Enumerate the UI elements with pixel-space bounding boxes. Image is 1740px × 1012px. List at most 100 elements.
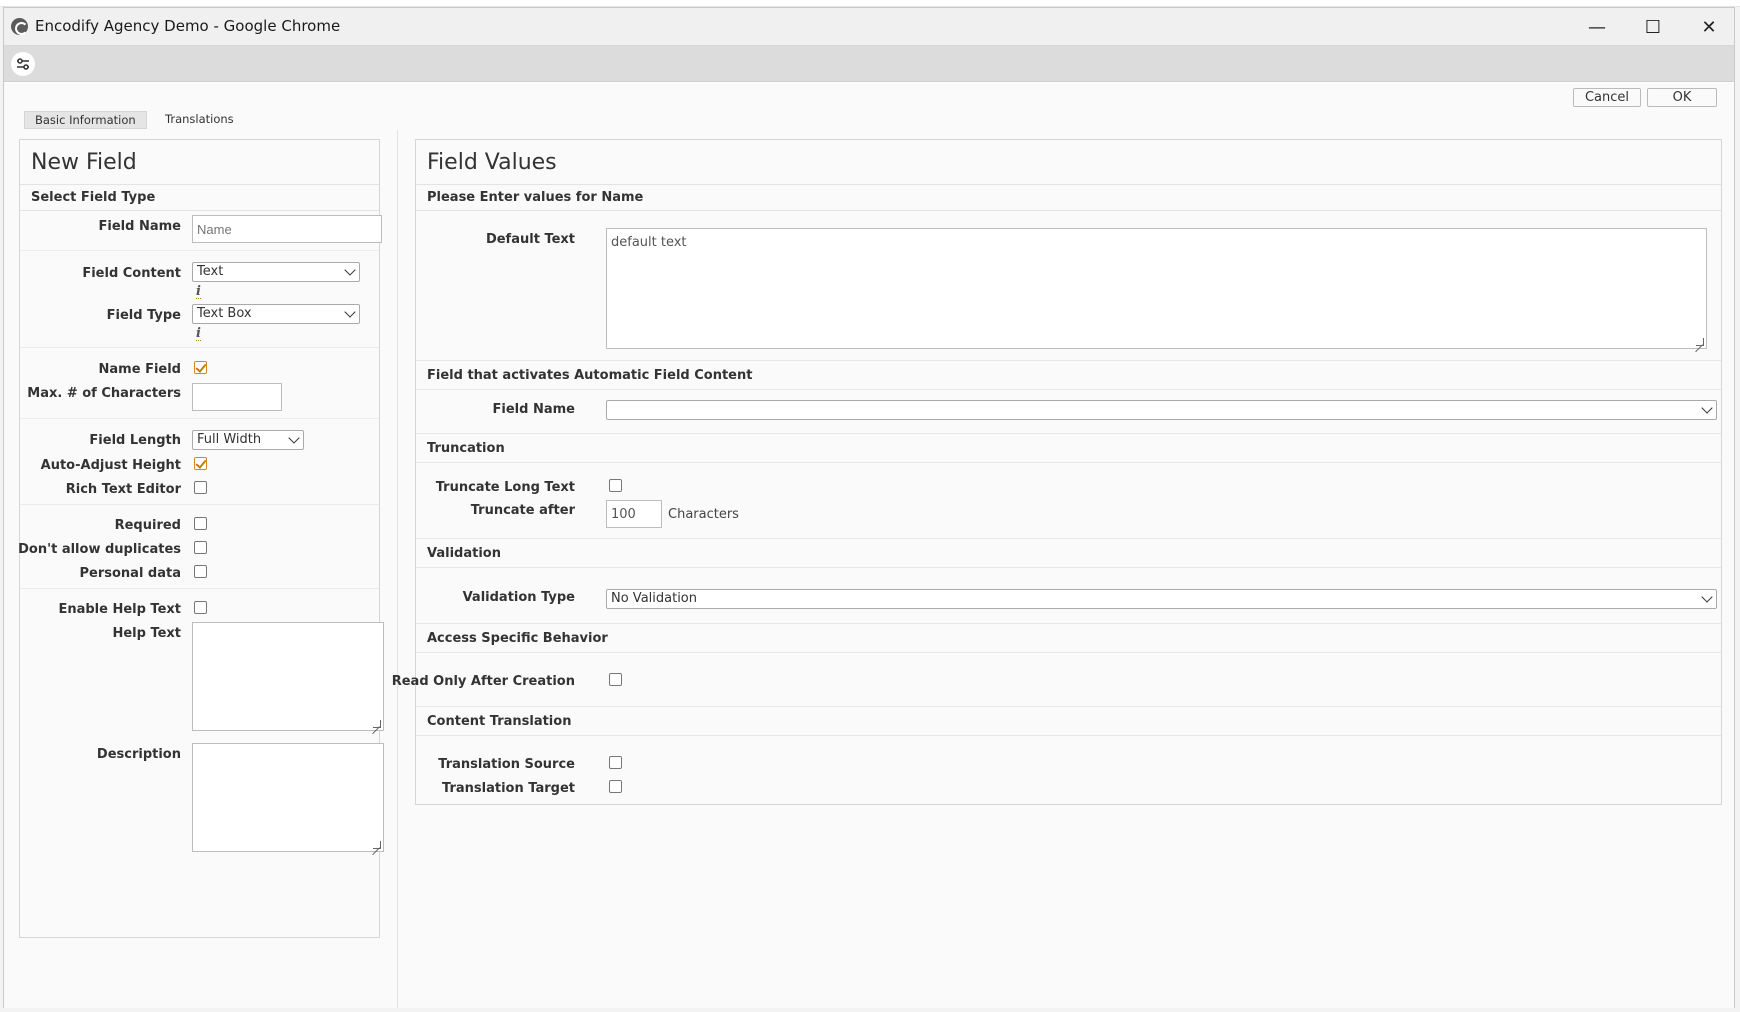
field-type-label: Field Type <box>106 308 181 323</box>
enable-help-text-label: Enable Help Text <box>58 602 181 617</box>
truncate-long-text-label: Truncate Long Text <box>435 480 575 495</box>
validation-type-value: No Validation <box>611 591 698 606</box>
panel-subtitle: Please Enter values for Name <box>416 184 1721 211</box>
translation-target-checkbox[interactable] <box>609 780 622 793</box>
tab-translations[interactable]: Translations <box>155 111 244 129</box>
browser-window: Encodify Agency Demo - Google Chrome — ☐… <box>0 0 1740 1012</box>
description-textarea[interactable] <box>192 743 384 852</box>
read-only-after-creation-checkbox[interactable] <box>609 673 622 686</box>
access-section-title: Access Specific Behavior <box>427 631 608 646</box>
field-length-value: Full Width <box>197 432 262 447</box>
section-header: Access Specific Behavior <box>416 623 1721 653</box>
minimize-button[interactable]: — <box>1569 8 1625 46</box>
truncate-after-label: Truncate after <box>470 503 575 518</box>
resize-handle-icon[interactable] <box>373 720 381 728</box>
field-content-label: Field Content <box>82 266 181 281</box>
translation-source-label: Translation Source <box>438 757 575 772</box>
info-icon[interactable]: i <box>196 327 201 341</box>
personal-data-checkbox[interactable] <box>194 565 207 578</box>
section-header: Validation <box>416 538 1721 568</box>
field-content-select[interactable]: Text <box>192 262 360 282</box>
field-type-select[interactable]: Text Box <box>192 304 360 324</box>
max-characters-label: Max. # of Characters <box>27 386 181 401</box>
enable-help-text-checkbox[interactable] <box>194 601 207 614</box>
default-text-label: Default Text <box>485 232 575 247</box>
name-field-label: Name Field <box>98 362 181 377</box>
default-text-textarea[interactable]: default text <box>606 228 1707 349</box>
required-checkbox[interactable] <box>194 517 207 530</box>
activating-field-name-select[interactable] <box>606 400 1717 420</box>
field-content-value: Text <box>197 264 224 279</box>
description-label: Description <box>96 747 181 762</box>
read-only-after-creation-label: Read Only After Creation <box>391 674 575 689</box>
translation-source-checkbox[interactable] <box>609 756 622 769</box>
field-values-panel: Field Values Please Enter values for Nam… <box>392 139 1722 805</box>
close-button[interactable]: ✕ <box>1681 8 1737 46</box>
chevron-down-icon <box>1701 591 1713 603</box>
tab-basic-information[interactable]: Basic Information <box>24 111 147 129</box>
section-header: Truncation <box>416 433 1721 463</box>
content-translation-section-title: Content Translation <box>427 714 572 729</box>
default-text-value: default text <box>611 235 687 250</box>
resize-handle-icon[interactable] <box>1696 338 1704 346</box>
field-type-value: Text Box <box>197 306 252 321</box>
address-bar-area <box>4 46 1734 82</box>
chrome-window: Encodify Agency Demo - Google Chrome — ☐… <box>3 7 1735 1008</box>
chevron-down-icon <box>288 432 300 444</box>
chevron-down-icon <box>344 306 356 318</box>
no-duplicates-checkbox[interactable] <box>194 541 207 554</box>
window-title: Encodify Agency Demo - Google Chrome <box>35 17 341 35</box>
validation-type-select[interactable]: No Validation <box>606 589 1717 609</box>
select-field-type-label: Select Field Type <box>31 190 156 205</box>
panel-title: Field Values <box>427 150 557 175</box>
personal-data-label: Personal data <box>79 566 182 581</box>
rich-text-editor-label: Rich Text Editor <box>65 482 181 497</box>
maximize-button[interactable]: ☐ <box>1625 8 1681 46</box>
truncation-section-title: Truncation <box>427 441 505 456</box>
field-name-label: Field Name <box>98 219 181 234</box>
help-text-label: Help Text <box>112 626 181 641</box>
validation-type-label: Validation Type <box>462 590 575 605</box>
activating-field-name-label: Field Name <box>492 402 575 417</box>
new-field-panel: New Field Select Field Type Field Name F… <box>18 139 384 938</box>
max-characters-input[interactable] <box>192 383 282 411</box>
separator <box>20 588 379 589</box>
panel-subtitle: Select Field Type <box>20 184 379 211</box>
auto-content-section-title: Field that activates Automatic Field Con… <box>427 368 753 383</box>
chrome-app-icon <box>11 18 28 35</box>
site-settings-icon[interactable] <box>11 52 35 76</box>
auto-adjust-height-label: Auto-Adjust Height <box>40 458 181 473</box>
chevron-down-icon <box>344 264 356 276</box>
panel-title: New Field <box>31 150 137 175</box>
info-icon[interactable]: i <box>196 285 201 299</box>
truncate-after-input[interactable]: 100 <box>606 500 662 528</box>
separator <box>20 347 379 348</box>
field-length-label: Field Length <box>89 433 181 448</box>
translation-target-label: Translation Target <box>442 781 575 796</box>
separator <box>20 250 379 251</box>
auto-adjust-height-checkbox[interactable] <box>194 457 207 470</box>
enter-values-label: Please Enter values for Name <box>427 190 644 205</box>
separator <box>20 504 379 505</box>
rich-text-editor-checkbox[interactable] <box>194 481 207 494</box>
no-duplicates-label: Don't allow duplicates <box>18 542 181 557</box>
separator <box>20 418 379 419</box>
ok-button[interactable]: OK <box>1647 88 1717 107</box>
title-bar: Encodify Agency Demo - Google Chrome — ☐… <box>4 8 1734 46</box>
chevron-down-icon <box>1701 402 1713 414</box>
section-header: Field that activates Automatic Field Con… <box>416 360 1721 390</box>
field-name-input[interactable] <box>192 215 382 243</box>
validation-section-title: Validation <box>427 546 501 561</box>
page-content: Cancel OK Basic Information Translations… <box>4 83 1734 1008</box>
help-text-textarea[interactable] <box>192 622 384 731</box>
cancel-button[interactable]: Cancel <box>1573 88 1641 107</box>
truncate-long-text-checkbox[interactable] <box>609 479 622 492</box>
field-length-select[interactable]: Full Width <box>192 430 304 450</box>
section-header: Content Translation <box>416 706 1721 736</box>
required-label: Required <box>114 518 181 533</box>
name-field-checkbox[interactable] <box>194 361 207 374</box>
background-strip <box>0 0 1740 7</box>
resize-handle-icon[interactable] <box>373 841 381 849</box>
characters-label: Characters <box>668 507 739 522</box>
column-divider <box>397 130 398 1008</box>
